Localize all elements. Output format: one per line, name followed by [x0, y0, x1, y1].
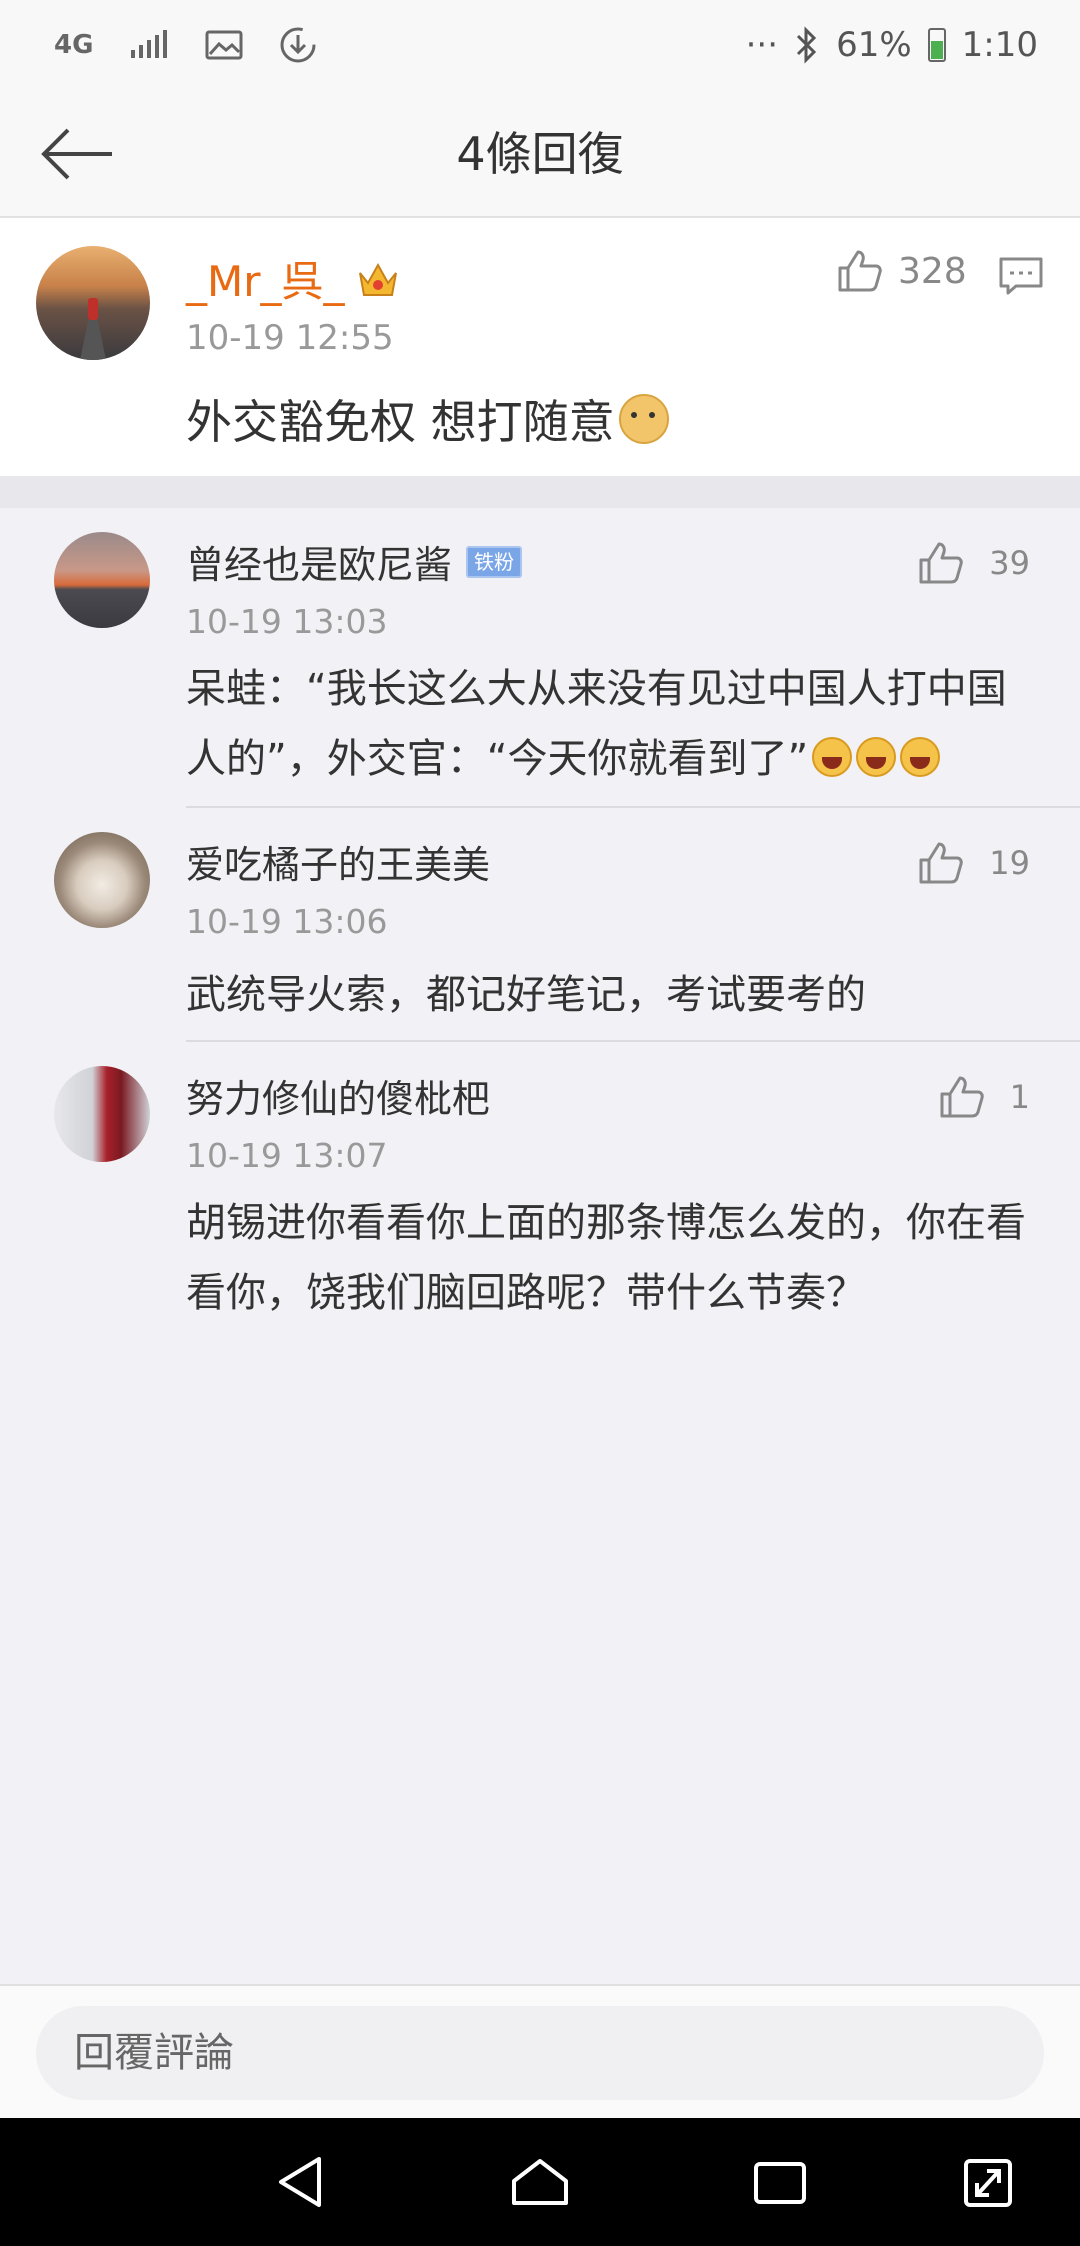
- reply-author[interactable]: 曾经也是欧尼酱 铁粉: [186, 534, 523, 589]
- nav-recent-icon: [754, 2162, 806, 2204]
- laugh-emoji-icon: [812, 737, 853, 777]
- reply-bar: 回覆評論: [0, 1984, 1080, 2118]
- author-name[interactable]: _Mr_呉_: [186, 248, 345, 309]
- reply-author[interactable]: 爱吃橘子的王美美: [186, 834, 490, 889]
- reply-text: 胡锡进你看看你上面的那条博怎么发的，你在看看你，饶我们脑回路呢？带什么节奏？: [186, 1200, 1026, 1316]
- main-comment: _Mr_呉_ 10-19 12:55 外交豁免权 想打随意 328: [0, 218, 1080, 476]
- comment-text-content: 外交豁免权 想打随意: [186, 395, 615, 449]
- image-icon: [205, 30, 243, 60]
- nav-home-icon: [512, 2159, 568, 2205]
- nav-expand-button[interactable]: [958, 2152, 1018, 2212]
- nav-back-icon: [279, 2157, 321, 2207]
- like-count: 328: [898, 250, 967, 292]
- doge-emoji-icon: [618, 394, 669, 444]
- page-title: 4條回復: [456, 127, 624, 181]
- reply-time: 10-19 13:06: [186, 902, 388, 941]
- back-arrow-icon: [41, 128, 112, 180]
- signal-icon: [129, 30, 169, 60]
- battery-percent: 61%: [836, 25, 912, 65]
- avatar[interactable]: [54, 832, 150, 928]
- like-button[interactable]: 39: [917, 540, 1030, 586]
- comment-text: 外交豁免权 想打随意: [186, 386, 669, 452]
- like-button[interactable]: 19: [917, 840, 1030, 886]
- clock-time: 1:10: [961, 25, 1038, 65]
- more-dots-icon: ···: [745, 25, 779, 65]
- author-name[interactable]: 爱吃橘子的王美美: [186, 834, 490, 889]
- like-button[interactable]: 1: [938, 1074, 1030, 1120]
- laugh-emoji-icon: [856, 737, 897, 777]
- avatar[interactable]: [54, 532, 150, 628]
- like-count: 1: [1009, 1078, 1030, 1116]
- back-button[interactable]: [40, 120, 120, 188]
- reply-text: 呆蛙：“我长这么大从来没有见过中国人打中国人的”，外交官：“今天你就看到了”: [186, 654, 1042, 794]
- comment-time: 10-19 12:55: [186, 318, 394, 358]
- nav-back-button[interactable]: [270, 2152, 330, 2212]
- fan-badge: 铁粉: [466, 545, 523, 578]
- reply-comment-icon: [999, 257, 1043, 295]
- network-4g-icon: 4G: [54, 30, 94, 60]
- reply-time: 10-19 13:07: [186, 1136, 388, 1175]
- nav-home-button[interactable]: [510, 2152, 570, 2212]
- battery-icon: [927, 28, 946, 62]
- like-icon: [838, 250, 882, 292]
- like-count: 19: [989, 844, 1030, 882]
- nav-expand-icon: [964, 2159, 1012, 2207]
- like-icon: [919, 542, 964, 584]
- reply-author[interactable]: 努力修仙的傻枇杷: [186, 1068, 490, 1123]
- status-bar: 4G ··· 61% 1:10: [0, 0, 1080, 90]
- like-button[interactable]: 328: [836, 248, 967, 294]
- author-name[interactable]: 曾经也是欧尼酱: [186, 534, 452, 589]
- author-name[interactable]: 努力修仙的傻枇杷: [186, 1068, 490, 1123]
- avatar[interactable]: [54, 1066, 150, 1162]
- bluetooth-icon: [794, 26, 820, 64]
- reply-time: 10-19 13:03: [186, 602, 388, 641]
- like-count: 39: [989, 544, 1030, 582]
- divider: [186, 1040, 1080, 1042]
- reply-comment-button[interactable]: [998, 256, 1044, 296]
- like-icon: [940, 1076, 984, 1118]
- reply-text: 武统导火索，都记好笔记，考试要考的: [186, 972, 866, 1018]
- divider: [186, 806, 1080, 808]
- reply-input[interactable]: 回覆評論: [36, 2006, 1044, 2100]
- download-icon: [279, 26, 317, 64]
- laugh-emoji-icon: [900, 737, 941, 777]
- nav-recent-button[interactable]: [750, 2152, 810, 2212]
- comment-author[interactable]: _Mr_呉_: [186, 248, 401, 309]
- avatar[interactable]: [36, 246, 150, 360]
- system-nav-bar: [0, 2118, 1080, 2246]
- crown-icon: [355, 258, 401, 300]
- section-divider: [0, 476, 1080, 508]
- like-icon: [919, 842, 964, 884]
- header: 4條回復: [0, 90, 1080, 218]
